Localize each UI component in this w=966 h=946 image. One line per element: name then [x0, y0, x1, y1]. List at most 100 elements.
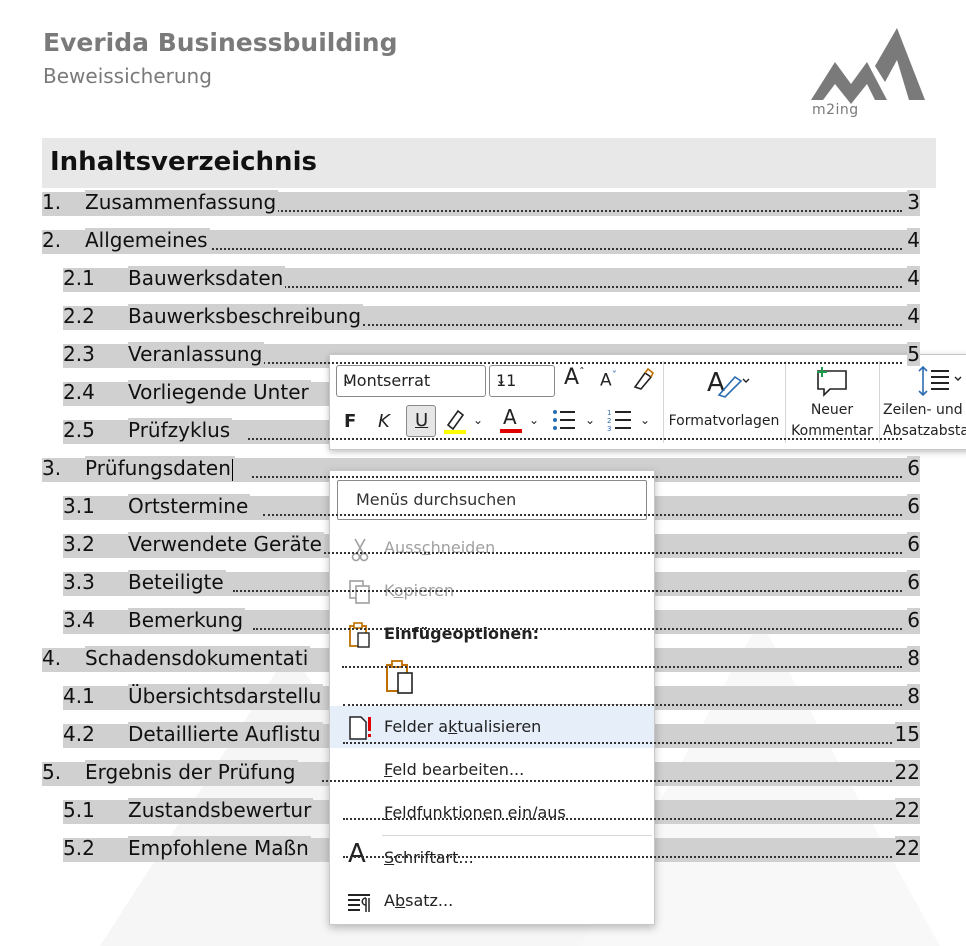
- toc-text: Beteiligte: [128, 570, 226, 594]
- toc-leader: [343, 818, 892, 820]
- toc-page: 4: [907, 266, 920, 290]
- toc-text: Verwendete Geräte: [128, 532, 324, 556]
- font-size-select[interactable]: 11 ⌄: [489, 365, 555, 397]
- toc-text: Zustandsbewertur: [128, 798, 314, 822]
- grow-font-icon[interactable]: Aˆ: [564, 365, 585, 390]
- toc-leader: [263, 514, 902, 516]
- toc-entry[interactable]: 2.2 Bauwerksbeschreibung 4: [63, 304, 920, 330]
- menu-item-label: Absatz...: [384, 891, 454, 910]
- toc-leader: [233, 590, 902, 592]
- menu-item-label: Ausschneiden: [384, 538, 496, 557]
- toc-page: 6: [907, 532, 920, 556]
- toc-page: 4: [907, 228, 920, 252]
- menu-item-font[interactable]: A Schriftart...: [330, 837, 654, 879]
- numbered-list-icon[interactable]: 1 2 3: [607, 408, 633, 432]
- paragraph-icon: [348, 894, 370, 912]
- styles-button[interactable]: Formatvorlagen: [668, 411, 780, 432]
- toc-entry[interactable]: 1. Zusammenfassung 3: [42, 190, 920, 216]
- shrink-font-icon[interactable]: Aˇ: [600, 369, 617, 391]
- underline-button[interactable]: U: [406, 405, 436, 437]
- toc-number: 5.1: [63, 798, 95, 822]
- new-comment-icon[interactable]: [814, 365, 850, 397]
- toolbar-divider: [785, 361, 786, 443]
- font-color-icon[interactable]: A: [500, 405, 522, 435]
- toc-leader: [263, 552, 902, 554]
- toc-leader: [343, 704, 902, 706]
- text-cursor: [231, 458, 233, 481]
- clear-formatting-icon[interactable]: [631, 367, 655, 391]
- toc-text: Empfohlene Maßn: [128, 836, 311, 860]
- toc-page: 22: [894, 836, 920, 860]
- menu-item-toggle-field-codes[interactable]: Feldfunktionen ein/aus: [330, 792, 654, 834]
- toc-leader: [253, 628, 902, 630]
- toc-heading-bar: Inhaltsverzeichnis: [42, 138, 936, 188]
- chevron-down-icon[interactable]: ⌄: [585, 413, 595, 427]
- menu-divider: [382, 835, 652, 836]
- menu-item-edit-field[interactable]: Feld bearbeiten...: [330, 749, 654, 791]
- toc-page: 15: [894, 722, 920, 746]
- toc-number: 2.2: [63, 304, 95, 328]
- paste-keep-text-icon[interactable]: [384, 659, 418, 695]
- font-name-select[interactable]: Montserrat ⌄: [336, 365, 486, 397]
- document-subtitle: Beweissicherung: [43, 64, 212, 88]
- toc-text: Ortstermine: [128, 494, 251, 518]
- toc-page: 3: [907, 190, 920, 214]
- toc-page: 6: [907, 494, 920, 518]
- svg-text:2: 2: [607, 417, 611, 425]
- new-comment-button[interactable]: Neuer Kommentar: [788, 400, 876, 442]
- highlighter-icon[interactable]: [442, 407, 468, 435]
- scissors-icon: [351, 538, 369, 562]
- toc-page: 8: [907, 646, 920, 670]
- menu-item-label: Feld bearbeiten...: [384, 760, 525, 779]
- menu-item-cut[interactable]: Ausschneiden: [330, 527, 654, 569]
- chevron-down-icon[interactable]: ⌄: [640, 413, 650, 427]
- toc-page: 4: [907, 304, 920, 328]
- toc-leader: [263, 362, 902, 364]
- chevron-down-icon: ⌄: [496, 373, 507, 387]
- chevron-down-icon: ⌄: [343, 373, 354, 387]
- chevron-down-icon[interactable]: ⌄: [529, 413, 539, 427]
- toc-number: 3.: [42, 456, 62, 480]
- line-spacing-button[interactable]: Zeilen- und Absatzabsta: [883, 400, 966, 442]
- toc-entry[interactable]: 2.1 Bauwerksdaten 4: [63, 266, 920, 292]
- menu-search-placeholder: Menüs durchsuchen: [356, 490, 517, 509]
- clipboard-icon: [349, 622, 370, 648]
- update-field-icon: [349, 716, 371, 740]
- toc-number: 4.2: [63, 722, 95, 746]
- toc-number: 2.4: [63, 380, 95, 404]
- toc-leader: [342, 666, 902, 668]
- toc-leader: [242, 210, 902, 212]
- styles-icon[interactable]: A: [705, 365, 751, 399]
- toc-heading: Inhaltsverzeichnis: [50, 147, 317, 177]
- toc-text: Veranlassung: [128, 342, 265, 366]
- mini-toolbar: Montserrat ⌄ 11 ⌄ Aˆ Aˇ F K U ⌄ A ⌄ ⌄ 1 …: [329, 354, 966, 450]
- toc-leader: [343, 742, 892, 744]
- toc-page: 6: [907, 608, 920, 632]
- bold-button[interactable]: F: [344, 411, 356, 432]
- toc-number: 1.: [42, 190, 62, 214]
- toc-leader: [263, 286, 902, 288]
- paste-options-header: Einfügeoptionen:: [330, 613, 654, 655]
- toc-number: 4.: [42, 646, 62, 670]
- toolbar-divider: [663, 361, 664, 443]
- toc-number: 4.1: [63, 684, 95, 708]
- toc-number: 5.2: [63, 836, 95, 860]
- toc-text: Prüfzyklus: [128, 418, 233, 442]
- toc-leader: [248, 438, 902, 440]
- toc-number: 3.4: [63, 608, 95, 632]
- menu-item-paragraph[interactable]: Absatz...: [330, 880, 654, 922]
- toc-number: 3.1: [63, 494, 95, 518]
- copy-icon: [349, 580, 370, 604]
- toc-entry[interactable]: 2. Allgemeines 4: [42, 228, 920, 254]
- toc-number: 3.2: [63, 532, 95, 556]
- bullet-list-icon[interactable]: [552, 409, 576, 431]
- toc-number: 2.1: [63, 266, 95, 290]
- toc-page: 6: [907, 456, 920, 480]
- chevron-down-icon[interactable]: ⌄: [473, 413, 483, 427]
- toc-text: Detaillierte Auflistu: [128, 722, 323, 746]
- toolbar-divider: [879, 361, 880, 443]
- italic-button[interactable]: K: [378, 411, 390, 432]
- line-spacing-icon[interactable]: [917, 365, 965, 397]
- toc-number: 2.: [42, 228, 62, 252]
- toc-leader: [252, 476, 902, 478]
